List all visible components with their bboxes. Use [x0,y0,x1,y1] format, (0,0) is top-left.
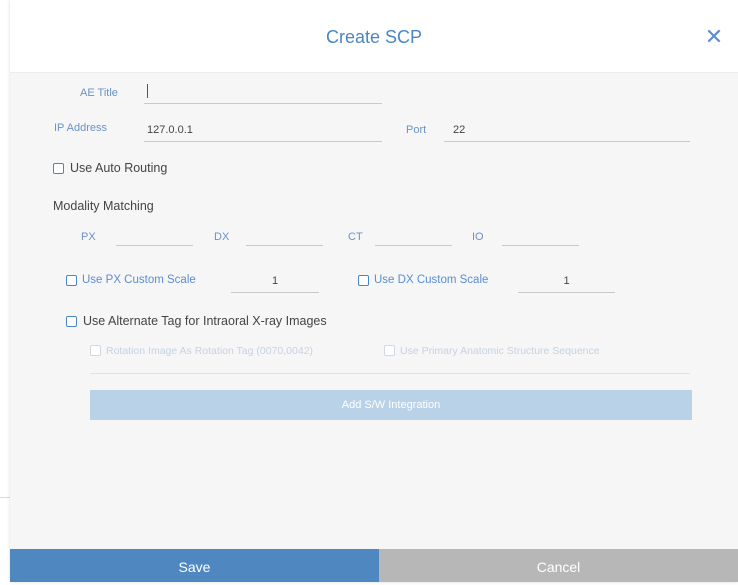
dx-custom-scale-label[interactable]: Use DX Custom Scale [374,274,488,286]
rotation-tag-checkbox[interactable] [90,345,101,356]
modality-matching-heading: Modality Matching [53,199,154,213]
dx-custom-scale-field[interactable]: 1 [518,268,615,293]
dialog-title: Create SCP [325,27,423,47]
cancel-button[interactable]: Cancel [379,549,738,582]
background-divider [0,497,10,498]
modality-px-field[interactable] [116,227,193,246]
modality-io-label: IO [472,231,484,243]
save-button[interactable]: Save [10,549,379,582]
auto-routing-checkbox[interactable] [53,163,64,174]
text-cursor [147,84,148,98]
px-custom-scale-checkbox[interactable] [66,275,77,286]
auto-routing-label[interactable]: Use Auto Routing [70,161,167,175]
close-icon[interactable]: ✕ [703,26,725,48]
rotation-tag-label: Rotation Image As Rotation Tag (0070,004… [106,345,314,357]
modality-dx-label: DX [214,231,230,243]
modality-dx-field[interactable] [246,227,323,246]
ip-address-label: IP Address [54,122,107,134]
ae-title-field[interactable] [144,82,382,104]
modality-ct-label: CT [348,231,363,243]
section-divider [90,373,690,374]
dx-custom-scale-checkbox[interactable] [358,275,369,286]
px-custom-scale-field[interactable]: 1 [231,268,319,293]
create-scp-dialog: Create SCP ✕ AE Title IP Address 127.0.0… [10,0,738,582]
alternate-tag-label[interactable]: Use Alternate Tag for Intraoral X-ray Im… [83,314,327,328]
modality-io-field[interactable] [502,227,579,246]
modality-ct-field[interactable] [375,227,452,246]
alternate-tag-checkbox[interactable] [66,316,77,327]
modality-px-label: PX [81,231,96,243]
dialog-header: Create SCP ✕ [10,0,738,73]
primary-anatomic-label: Use Primary Anatomic Structure Sequence [400,345,600,357]
ae-title-label: AE Title [80,87,118,99]
px-custom-scale-label[interactable]: Use PX Custom Scale [82,274,196,286]
ip-address-field[interactable]: 127.0.0.1 [144,117,382,142]
port-field[interactable]: 22 [444,117,690,142]
primary-anatomic-checkbox[interactable] [384,345,395,356]
port-label: Port [406,124,427,136]
add-sw-integration-button[interactable]: Add S/W Integration [90,390,692,420]
